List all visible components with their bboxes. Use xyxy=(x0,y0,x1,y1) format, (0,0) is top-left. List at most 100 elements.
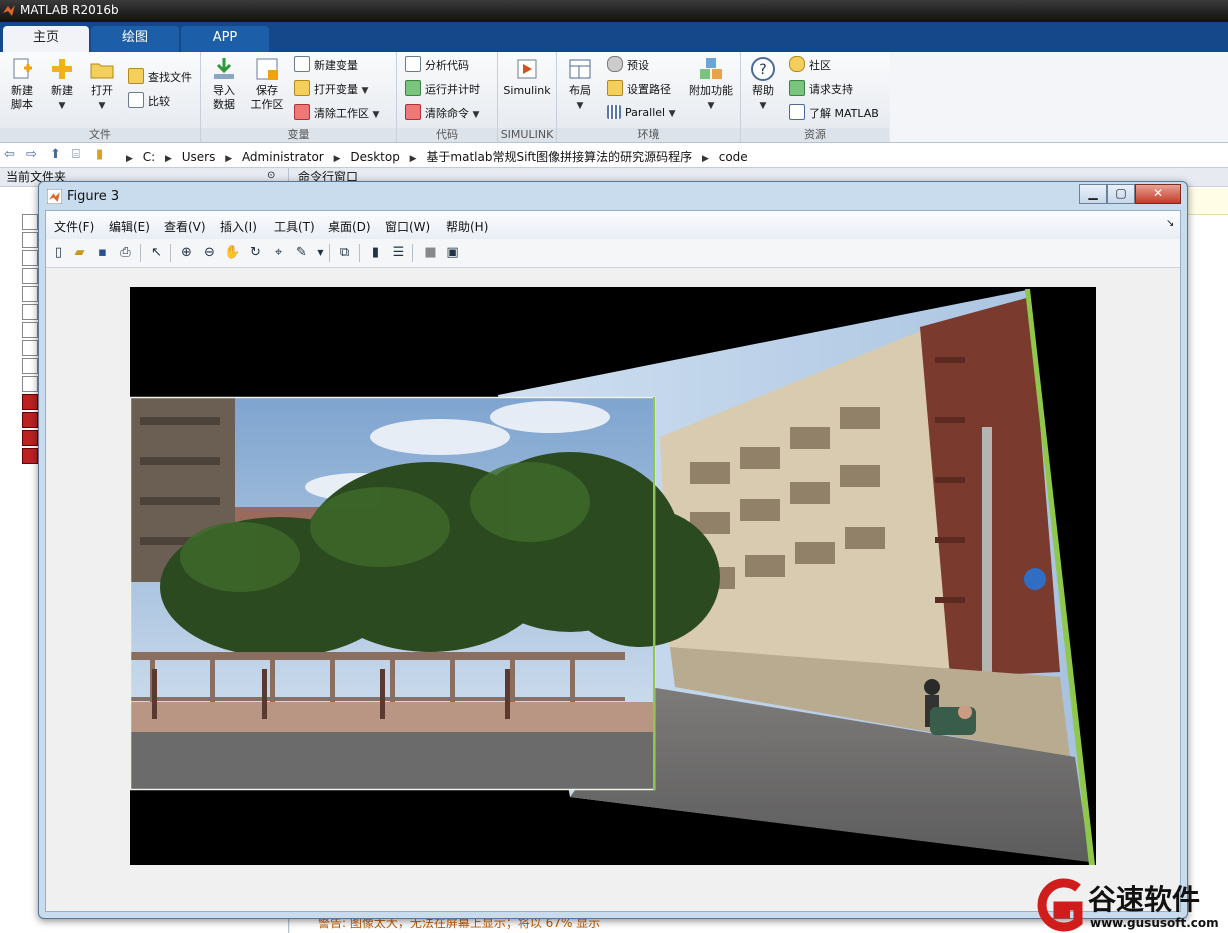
breadcrumb-item[interactable]: code xyxy=(719,150,748,164)
request-support-button[interactable]: 请求支持 xyxy=(789,80,853,98)
legend-icon[interactable]: ☰ xyxy=(390,244,407,261)
chevron-down-icon: ▼ xyxy=(472,110,480,120)
learn-matlab-button[interactable]: 了解 MATLAB xyxy=(789,104,879,122)
tab-home[interactable]: 主页 xyxy=(3,26,89,52)
figure-client-area: 文件(F) 编辑(E) 查看(V) 插入(I) 工具(T) 桌面(D) 窗口(W… xyxy=(45,210,1181,912)
open-file-icon[interactable]: ▰ xyxy=(71,244,88,261)
show-plot-tools-icon[interactable]: ▣ xyxy=(444,244,461,261)
select-arrow-icon[interactable]: ↖ xyxy=(148,244,165,261)
open-button[interactable]: 打开 ▼ xyxy=(84,56,120,113)
m-file-icon[interactable] xyxy=(22,232,38,248)
tab-apps[interactable]: APP xyxy=(181,26,269,52)
breadcrumb-item[interactable]: Administrator xyxy=(242,150,324,164)
print-icon[interactable]: ⎙ xyxy=(117,244,134,261)
close-button[interactable]: ✕ xyxy=(1135,184,1181,204)
m-file-icon[interactable] xyxy=(22,340,38,356)
menu-help[interactable]: 帮助(H) xyxy=(446,218,488,235)
breadcrumb-item[interactable]: 基于matlab常规Sift图像拼接算法的研究源码程序 xyxy=(426,150,692,164)
chevron-down-icon: ▼ xyxy=(707,101,715,111)
breadcrumb-item[interactable]: Desktop xyxy=(350,150,400,164)
up-folder-icon[interactable]: ⬆ xyxy=(50,147,61,162)
figure-axes[interactable] xyxy=(130,287,1096,865)
menu-file[interactable]: 文件(F) xyxy=(54,218,94,235)
layout-button[interactable]: 布局 ▼ xyxy=(563,56,597,113)
m-file-icon[interactable] xyxy=(22,322,38,338)
menu-insert[interactable]: 插入(I) xyxy=(220,218,257,235)
eraser-icon xyxy=(405,104,421,120)
maximize-button[interactable]: ▢ xyxy=(1107,184,1135,204)
dock-arrow-icon[interactable]: ↘ xyxy=(1166,218,1174,229)
preferences-button[interactable]: 预设 xyxy=(607,56,649,74)
parallel-button[interactable]: Parallel ▼ xyxy=(607,104,676,122)
support-arrow-icon xyxy=(789,80,805,96)
new-figure-icon[interactable]: ▯ xyxy=(50,244,67,261)
save-icon[interactable]: ▪ xyxy=(94,244,111,261)
addons-button[interactable]: 附加功能 ▼ xyxy=(685,56,737,113)
data-cursor-icon[interactable]: ⌖ xyxy=(270,244,287,261)
community-icon xyxy=(789,56,805,72)
analyze-code-button[interactable]: 分析代码 xyxy=(405,56,469,74)
png-file-icon[interactable] xyxy=(22,394,38,410)
breadcrumb: ▶ C: ▶ Users ▶ Administrator ▶ Desktop ▶… xyxy=(120,148,748,165)
rotate-3d-icon[interactable]: ↻ xyxy=(247,244,264,261)
help-button[interactable]: ? 帮助 ▼ xyxy=(747,56,779,113)
clear-workspace-button[interactable]: 清除工作区 ▼ xyxy=(294,104,379,122)
menu-tools[interactable]: 工具(T) xyxy=(274,218,315,235)
link-plot-icon[interactable]: ⧉ xyxy=(336,244,353,261)
m-file-icon[interactable] xyxy=(22,358,38,374)
brush-icon[interactable]: ✎ xyxy=(293,244,310,261)
m-file-icon[interactable] xyxy=(22,286,38,302)
menu-window[interactable]: 窗口(W) xyxy=(385,218,430,235)
m-file-icon[interactable] xyxy=(22,250,38,266)
simulink-button[interactable]: Simulink xyxy=(502,56,552,98)
community-button[interactable]: 社区 xyxy=(789,56,831,74)
hide-plot-tools-icon[interactable]: ■ xyxy=(422,244,439,261)
compare-button[interactable]: 比较 xyxy=(128,92,170,110)
set-path-button[interactable]: 设置路径 xyxy=(607,80,671,98)
find-files-button[interactable]: 查找文件 xyxy=(128,68,192,86)
import-icon xyxy=(214,58,234,79)
chevron-right-icon: ▶ xyxy=(126,154,133,164)
chevron-down-icon[interactable]: ▼ xyxy=(312,244,329,261)
chevron-down-icon: ▼ xyxy=(759,101,767,111)
png-file-icon[interactable] xyxy=(22,412,38,428)
chevron-right-icon: ▶ xyxy=(225,154,233,164)
forward-arrow-icon[interactable]: ⇨ xyxy=(26,147,37,162)
zoom-in-icon[interactable]: ⊕ xyxy=(178,244,195,261)
run-and-time-button[interactable]: 运行并计时 xyxy=(405,80,480,98)
minimize-button[interactable]: ▁ xyxy=(1079,184,1107,204)
m-file-icon[interactable] xyxy=(22,214,38,230)
tab-plots[interactable]: 绘图 xyxy=(91,26,179,52)
png-file-icon[interactable] xyxy=(22,430,38,446)
chevron-right-icon: ▶ xyxy=(333,154,341,164)
back-arrow-icon[interactable]: ⇦ xyxy=(4,147,15,162)
figure-window[interactable]: Figure 3 ▁ ▢ ✕ 文件(F) 编辑(E) 查看(V) 插入(I) 工… xyxy=(38,181,1188,919)
zoom-out-icon[interactable]: ⊖ xyxy=(201,244,218,261)
save-workspace-button[interactable]: 保存 工作区 xyxy=(247,56,287,112)
chevron-right-icon: ▶ xyxy=(165,154,172,164)
breadcrumb-item[interactable]: Users xyxy=(182,150,216,164)
m-file-icon[interactable] xyxy=(22,376,38,392)
m-file-icon[interactable] xyxy=(22,268,38,284)
panel-menu-icon[interactable]: ⊙ xyxy=(267,170,275,181)
chevron-right-icon: ▶ xyxy=(409,154,417,164)
import-data-button[interactable]: 导入 数据 xyxy=(205,56,243,112)
analyze-code-icon xyxy=(405,56,421,72)
open-variable-button[interactable]: 打开变量 ▼ xyxy=(294,80,368,98)
m-file-icon[interactable] xyxy=(22,304,38,320)
browse-folder-icon[interactable]: ⌸ xyxy=(72,147,80,162)
menu-desktop[interactable]: 桌面(D) xyxy=(328,218,371,235)
menu-edit[interactable]: 编辑(E) xyxy=(109,218,150,235)
new-variable-icon xyxy=(294,56,310,72)
pan-icon[interactable]: ✋ xyxy=(224,244,241,261)
new-script-button[interactable]: 新建 脚本 xyxy=(4,56,40,112)
colorbar-icon[interactable]: ▮ xyxy=(367,244,384,261)
new-button[interactable]: 新建 ▼ xyxy=(44,56,80,113)
new-variable-button[interactable]: 新建变量 xyxy=(294,56,358,74)
clear-commands-button[interactable]: 清除命令 ▼ xyxy=(405,104,479,122)
png-file-icon[interactable] xyxy=(22,448,38,464)
menu-view[interactable]: 查看(V) xyxy=(164,218,206,235)
app-title: MATLAB R2016b xyxy=(20,3,119,17)
breadcrumb-item[interactable]: C: xyxy=(143,150,155,164)
watermark-brand: 谷速软件 xyxy=(1088,883,1201,916)
